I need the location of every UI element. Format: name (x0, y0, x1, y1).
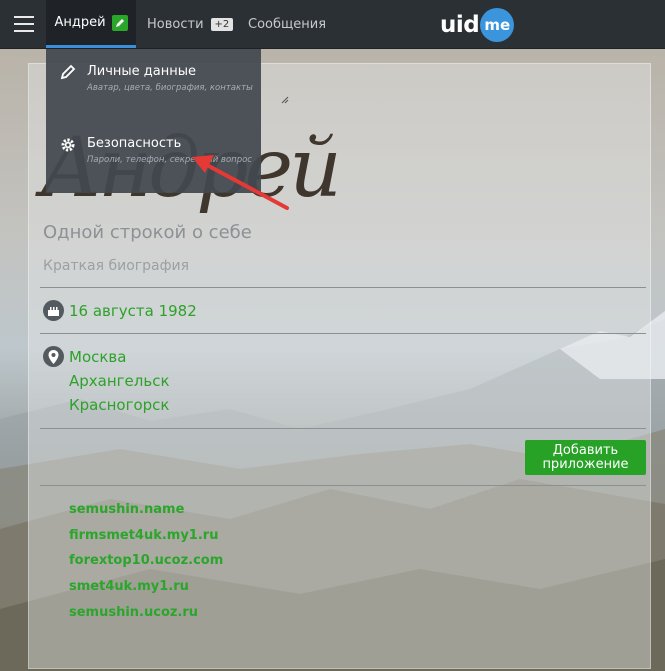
city-item[interactable]: Красногорск (69, 396, 169, 414)
uidme-logo[interactable]: uid me (440, 8, 515, 42)
tab-user-profile[interactable]: Андрей (46, 0, 136, 48)
user-tab-label: Андрей (54, 15, 106, 30)
menu-item-description: Аватар, цвета, биография, контакты (87, 83, 253, 93)
resize-handle-icon[interactable] (281, 96, 289, 104)
profile-dropdown-menu: Личные данные Аватар, цвета, биография, … (46, 49, 261, 193)
tab-messages[interactable]: Сообщения (248, 0, 326, 48)
divider (40, 333, 646, 334)
logo-me-circle: me (480, 8, 515, 42)
menu-item-security[interactable]: Безопасность Пароли, телефон, секретный … (46, 121, 261, 193)
tab-news[interactable]: Новости +2 (147, 0, 234, 48)
hamburger-menu-icon[interactable] (14, 16, 34, 32)
short-bio-field[interactable]: Краткая биография (43, 258, 189, 274)
one-line-about-field[interactable]: Одной строкой о себе (43, 222, 252, 243)
city-item[interactable]: Москва (69, 348, 126, 366)
website-link[interactable]: semushin.name (69, 502, 184, 517)
menu-item-personal-data[interactable]: Личные данные Аватар, цвета, биография, … (46, 49, 261, 119)
menu-item-title: Безопасность (87, 136, 182, 151)
divider (40, 287, 646, 288)
birthday-cake-icon (43, 300, 64, 321)
edit-pencil-icon[interactable] (111, 14, 128, 31)
top-navigation-bar: Андрей Новости +2 Сообщения uid me (0, 0, 665, 49)
news-count-badge: +2 (210, 17, 234, 31)
divider (40, 485, 646, 486)
website-link[interactable]: smet4uk.my1.ru (69, 579, 189, 594)
menu-item-title: Личные данные (87, 64, 197, 79)
location-pin-icon (43, 346, 64, 367)
gear-icon (61, 138, 75, 152)
website-link[interactable]: firmsmet4uk.my1.ru (69, 528, 218, 543)
news-tab-label: Новости (147, 16, 204, 32)
birthday-value[interactable]: 16 августа 1982 (69, 302, 197, 320)
add-application-button[interactable]: Добавить приложение (525, 440, 646, 475)
messages-tab-label: Сообщения (248, 16, 327, 32)
website-link[interactable]: forextop10.ucoz.com (69, 553, 223, 568)
divider (40, 428, 646, 429)
city-item[interactable]: Архангельск (69, 372, 170, 390)
pencil-icon (60, 64, 76, 80)
menu-item-description: Пароли, телефон, секретный вопрос (87, 155, 252, 165)
logo-uid-text: uid (440, 12, 480, 38)
website-link[interactable]: semushin.ucoz.ru (69, 605, 198, 620)
